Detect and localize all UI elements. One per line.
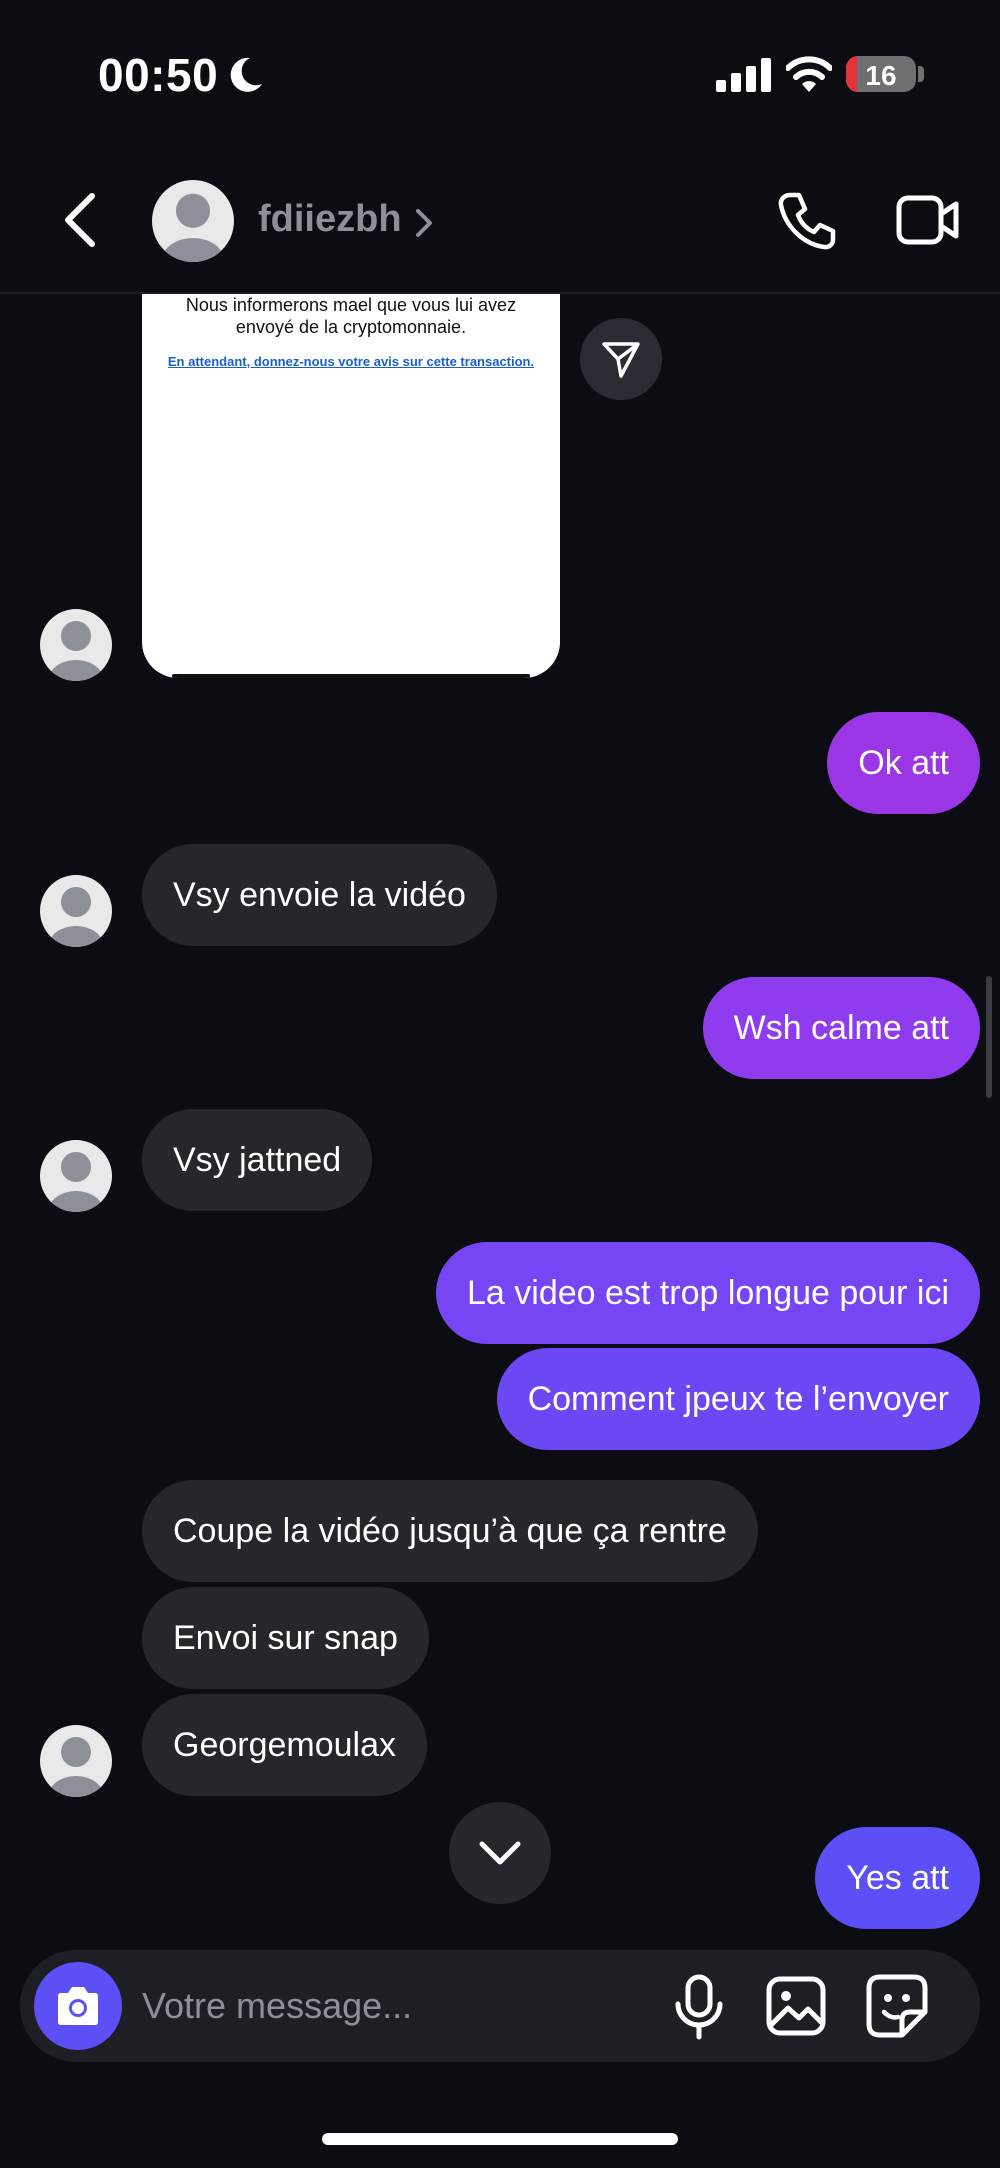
- status-time: 00:50: [98, 49, 219, 101]
- home-indicator: [322, 2133, 678, 2145]
- message-incoming[interactable]: Vsy envoie la vidéo: [142, 844, 497, 946]
- message-incoming[interactable]: Georgemoulax: [142, 1694, 428, 1796]
- message-incoming[interactable]: Coupe la vidéo jusqu’à que ça rentre: [142, 1480, 758, 1582]
- message-incoming[interactable]: Vsy jattned: [142, 1109, 373, 1211]
- moon-icon: [230, 57, 262, 92]
- sticker-icon[interactable]: [866, 1974, 928, 2038]
- back-chevron-icon[interactable]: [56, 190, 106, 250]
- avatar[interactable]: [40, 1140, 112, 1212]
- shared-post-text: Nous informerons mael que vous lui avez …: [185, 295, 517, 337]
- scroll-to-bottom-button[interactable]: [449, 1802, 551, 1904]
- send-icon: [602, 342, 640, 378]
- gallery-icon[interactable]: [766, 1976, 826, 2036]
- post-card-bottom-line: [172, 674, 530, 678]
- message-outgoing[interactable]: Ok att: [827, 712, 980, 814]
- contact-username[interactable]: fdiiezbh: [258, 198, 402, 241]
- camera-button[interactable]: [34, 1962, 122, 2050]
- message-outgoing[interactable]: Yes att: [815, 1827, 980, 1929]
- camera-icon: [58, 1987, 98, 2025]
- avatar[interactable]: [40, 1725, 112, 1797]
- message-input[interactable]: [142, 1976, 642, 2036]
- battery-percent: 16: [865, 60, 897, 91]
- share-button[interactable]: [580, 318, 662, 400]
- avatar[interactable]: [40, 609, 112, 681]
- message-outgoing[interactable]: La video est trop longue pour ici: [436, 1242, 980, 1344]
- avatar[interactable]: [40, 875, 112, 947]
- message-outgoing[interactable]: Wsh calme att: [702, 977, 980, 1079]
- phone-icon[interactable]: [776, 190, 838, 252]
- scrollbar[interactable]: [986, 976, 992, 1098]
- battery-tip: [918, 66, 924, 82]
- wifi-icon: [786, 56, 832, 92]
- chevron-right-icon[interactable]: [412, 206, 436, 240]
- signal-icon: [716, 58, 771, 92]
- chevron-down-icon: [479, 1841, 521, 1865]
- message-outgoing[interactable]: Comment jpeux te l’envoyer: [496, 1348, 980, 1450]
- message-incoming[interactable]: Envoi sur snap: [142, 1587, 429, 1689]
- contact-avatar[interactable]: [152, 180, 234, 262]
- microphone-icon[interactable]: [672, 1974, 726, 2040]
- shared-post-card[interactable]: Nous informerons mael que vous lui avez …: [142, 294, 560, 678]
- shared-post-link[interactable]: En attendant, donnez-nous votre avis sur…: [142, 354, 560, 369]
- video-camera-icon[interactable]: [896, 192, 960, 248]
- battery-icon: 16: [846, 56, 916, 92]
